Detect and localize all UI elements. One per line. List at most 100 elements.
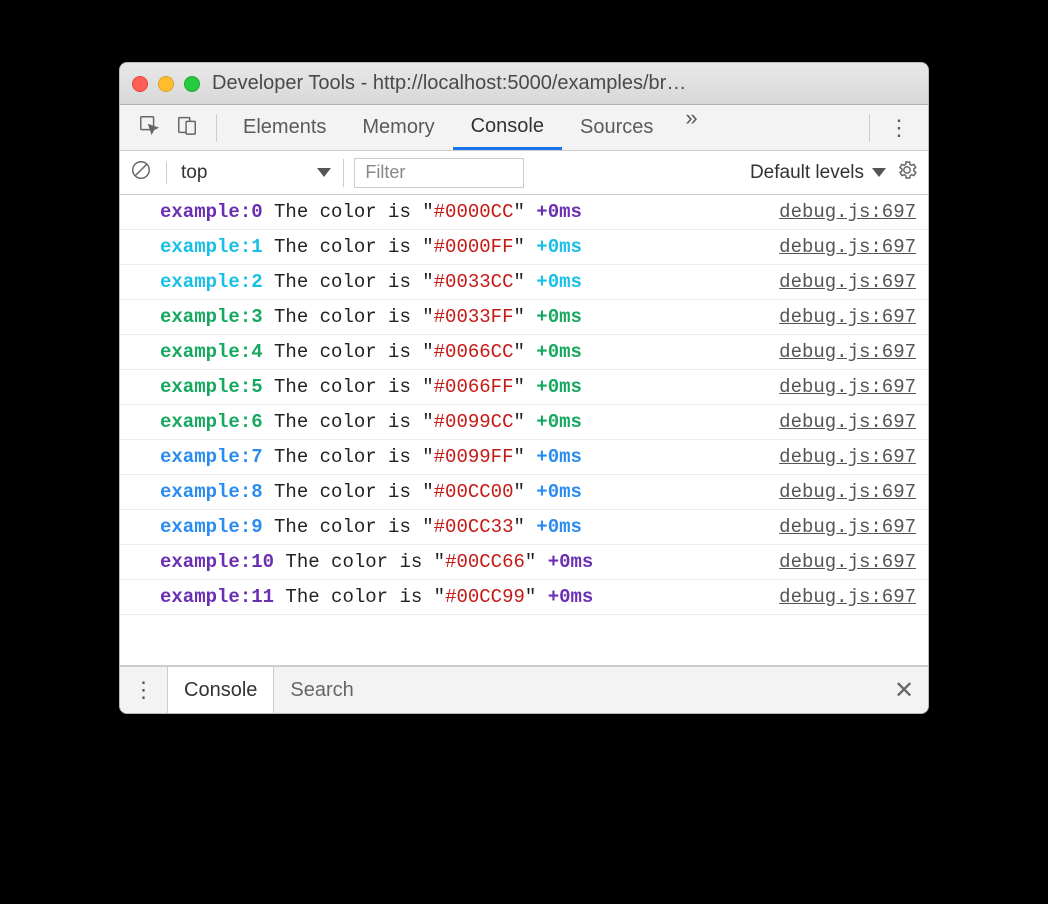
log-timing: +0ms — [536, 306, 582, 328]
source-link[interactable]: debug.js:697 — [779, 586, 916, 608]
log-namespace: example:6 — [160, 411, 263, 433]
log-hex-value: #0033CC — [434, 271, 514, 293]
window-title: Developer Tools - http://localhost:5000/… — [212, 72, 686, 95]
log-message: The color is " — [263, 236, 434, 258]
source-link[interactable]: debug.js:697 — [779, 201, 916, 223]
log-timing: +0ms — [536, 201, 582, 223]
separator — [216, 114, 217, 142]
console-toolbar: top Default levels — [120, 151, 928, 195]
log-timing: +0ms — [536, 446, 582, 468]
log-row: example:7 The color is "#0099FF" +0msdeb… — [120, 440, 928, 475]
log-hex-value: #00CC66 — [445, 551, 525, 573]
drawer-tab-search[interactable]: Search — [274, 667, 369, 713]
tab-elements[interactable]: Elements — [225, 105, 344, 150]
minimize-window-button[interactable] — [158, 76, 174, 92]
context-label: top — [181, 162, 207, 184]
log-message: The color is " — [263, 446, 434, 468]
source-link[interactable]: debug.js:697 — [779, 446, 916, 468]
log-namespace: example:1 — [160, 236, 263, 258]
chevron-down-icon — [872, 168, 886, 177]
traffic-lights — [132, 76, 200, 92]
separator — [166, 162, 167, 184]
source-link[interactable]: debug.js:697 — [779, 236, 916, 258]
context-selector[interactable]: top — [181, 159, 344, 187]
source-link[interactable]: debug.js:697 — [779, 271, 916, 293]
log-hex-value: #0033FF — [434, 306, 514, 328]
log-message: The color is " — [263, 341, 434, 363]
log-timing: +0ms — [536, 481, 582, 503]
log-row: example:4 The color is "#0066CC" +0msdeb… — [120, 335, 928, 370]
tabs-overflow-button[interactable]: » — [671, 105, 711, 150]
drawer-menu-button[interactable]: ⋮ — [120, 667, 168, 713]
log-timing: +0ms — [548, 586, 594, 608]
log-hex-value: #00CC00 — [434, 481, 514, 503]
clear-console-icon[interactable] — [130, 159, 152, 187]
source-link[interactable]: debug.js:697 — [779, 481, 916, 503]
log-namespace: example:9 — [160, 516, 263, 538]
log-timing: +0ms — [536, 271, 582, 293]
source-link[interactable]: debug.js:697 — [779, 376, 916, 398]
main-tabbar: Elements Memory Console Sources » ⋮ — [120, 105, 928, 151]
log-hex-value: #0066FF — [434, 376, 514, 398]
source-link[interactable]: debug.js:697 — [779, 551, 916, 573]
close-icon[interactable]: ✕ — [880, 667, 928, 713]
log-hex-value: #00CC33 — [434, 516, 514, 538]
close-window-button[interactable] — [132, 76, 148, 92]
inspect-element-icon[interactable] — [138, 114, 160, 141]
log-message: The color is " — [263, 411, 434, 433]
log-namespace: example:10 — [160, 551, 274, 573]
log-row: example:1 The color is "#0000FF" +0msdeb… — [120, 230, 928, 265]
titlebar: Developer Tools - http://localhost:5000/… — [120, 63, 928, 105]
log-message: The color is " — [263, 481, 434, 503]
log-message: The color is " — [263, 376, 434, 398]
log-timing: +0ms — [536, 341, 582, 363]
inspect-tools — [128, 114, 208, 141]
tab-sources[interactable]: Sources — [562, 105, 671, 150]
zoom-window-button[interactable] — [184, 76, 200, 92]
source-link[interactable]: debug.js:697 — [779, 341, 916, 363]
log-message: The color is " — [263, 516, 434, 538]
log-timing: +0ms — [536, 516, 582, 538]
tab-memory[interactable]: Memory — [344, 105, 452, 150]
panel-tabs: Elements Memory Console Sources » — [225, 105, 861, 150]
log-levels-selector[interactable]: Default levels — [750, 162, 886, 184]
log-timing: +0ms — [536, 376, 582, 398]
drawer: ⋮ Console Search ✕ — [120, 665, 928, 713]
log-message: The color is " — [263, 306, 434, 328]
log-namespace: example:0 — [160, 201, 263, 223]
filter-input[interactable] — [354, 158, 524, 188]
log-namespace: example:11 — [160, 586, 274, 608]
log-message: The color is " — [274, 586, 445, 608]
log-namespace: example:2 — [160, 271, 263, 293]
separator — [869, 114, 870, 142]
drawer-tab-console[interactable]: Console — [168, 667, 274, 713]
gear-icon[interactable] — [896, 159, 918, 187]
chevron-down-icon — [317, 168, 331, 177]
console-output[interactable]: example:0 The color is "#0000CC" +0msdeb… — [120, 195, 928, 665]
log-namespace: example:3 — [160, 306, 263, 328]
log-row: example:10 The color is "#00CC66" +0msde… — [120, 545, 928, 580]
log-row: example:11 The color is "#00CC99" +0msde… — [120, 580, 928, 615]
log-message: The color is " — [263, 271, 434, 293]
log-row: example:8 The color is "#00CC00" +0msdeb… — [120, 475, 928, 510]
log-hex-value: #0099CC — [434, 411, 514, 433]
log-timing: +0ms — [536, 411, 582, 433]
source-link[interactable]: debug.js:697 — [779, 516, 916, 538]
log-row: example:0 The color is "#0000CC" +0msdeb… — [120, 195, 928, 230]
log-hex-value: #0099FF — [434, 446, 514, 468]
tab-console[interactable]: Console — [453, 105, 562, 150]
device-toolbar-icon[interactable] — [176, 114, 198, 141]
log-namespace: example:8 — [160, 481, 263, 503]
source-link[interactable]: debug.js:697 — [779, 411, 916, 433]
source-link[interactable]: debug.js:697 — [779, 306, 916, 328]
settings-menu-button[interactable]: ⋮ — [878, 115, 920, 141]
levels-label: Default levels — [750, 162, 864, 184]
log-namespace: example:5 — [160, 376, 263, 398]
log-row: example:6 The color is "#0099CC" +0msdeb… — [120, 405, 928, 440]
log-hex-value: #0066CC — [434, 341, 514, 363]
log-timing: +0ms — [536, 236, 582, 258]
log-namespace: example:7 — [160, 446, 263, 468]
log-message: The color is " — [263, 201, 434, 223]
log-row: example:2 The color is "#0033CC" +0msdeb… — [120, 265, 928, 300]
log-message: The color is " — [274, 551, 445, 573]
